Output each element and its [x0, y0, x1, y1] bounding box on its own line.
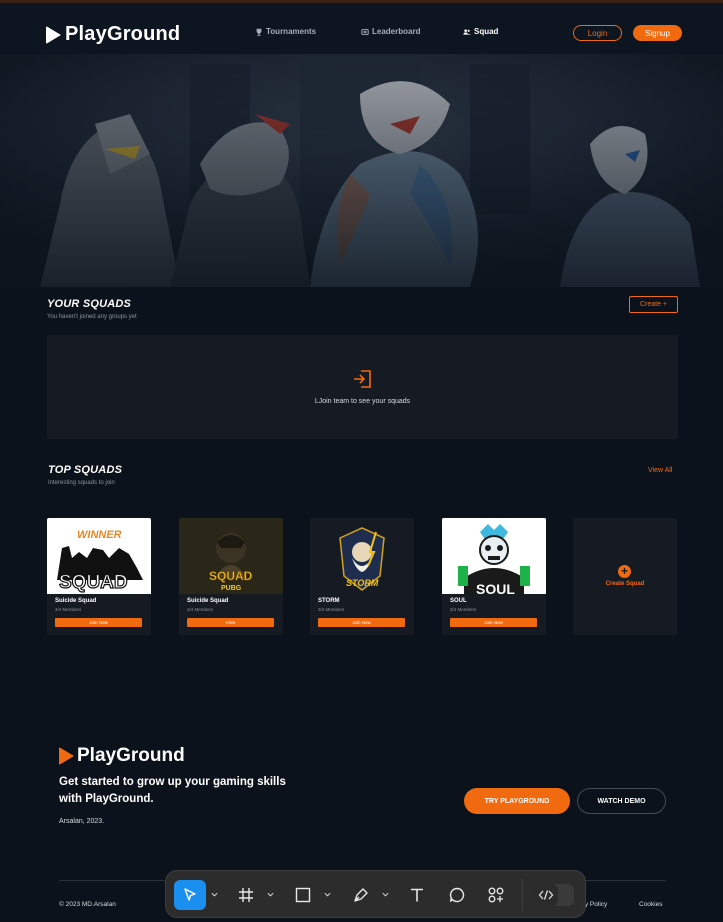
svg-text:STORM: STORM	[346, 578, 379, 588]
cursor-icon	[184, 888, 196, 901]
top-squads-subtitle: Interesting squads to join	[48, 480, 115, 486]
dev-mode-toggle[interactable]	[534, 884, 574, 906]
design-toolbar	[165, 870, 586, 918]
squad-logo-image: WINNER SQUAD	[47, 518, 151, 594]
hero-artwork	[0, 54, 723, 287]
squad-card[interactable]: SQUAD PUBG Suicide Squad 4/4 Members Vie…	[179, 518, 283, 635]
comment-tool-button[interactable]	[445, 880, 469, 910]
pen-icon	[354, 888, 368, 902]
squad-name: SOUL	[450, 598, 467, 604]
view-button[interactable]: View	[187, 618, 274, 627]
comment-icon	[449, 887, 465, 903]
trophy-icon	[256, 28, 262, 36]
rectangle-icon	[295, 887, 311, 903]
squad-members: 4/4 Members	[187, 607, 214, 612]
view-all-link[interactable]: View All	[648, 467, 672, 474]
brand-logo[interactable]: PlayGround	[46, 23, 180, 46]
footer-brand-name: PlayGround	[77, 745, 185, 766]
squad-logo-image: SQUAD PUBG	[179, 518, 283, 594]
toolbar-divider	[522, 879, 523, 911]
squad-name: Suicide Squad	[187, 598, 229, 604]
nav-leaderboard[interactable]: Leaderboard	[361, 27, 420, 36]
footer-logo[interactable]: PlayGround	[59, 745, 185, 767]
join-now-button[interactable]: Join Now	[55, 618, 142, 627]
nav-leaderboard-label: Leaderboard	[372, 27, 421, 36]
svg-text:SOUL: SOUL	[476, 581, 515, 594]
nav-tournaments[interactable]: Tournaments	[255, 27, 316, 36]
nav-tournaments-label: Tournaments	[266, 27, 317, 36]
svg-text:SQUAD: SQUAD	[59, 572, 128, 593]
footer-tagline: Get started to grow up your gaming skill…	[59, 776, 286, 805]
brand-name: PlayGround	[65, 23, 181, 45]
squad-name: STORM	[318, 598, 340, 604]
copyright-text: © 2023 MD.Arsalan	[59, 901, 116, 908]
squad-logo-image: STORM	[310, 518, 414, 594]
frame-icon	[239, 888, 253, 902]
create-squad-button[interactable]: Create +	[629, 296, 678, 313]
create-squad-label: Create Squad	[605, 581, 645, 587]
nav-squad[interactable]: Squad	[463, 27, 498, 36]
frame-tool-button[interactable]	[234, 880, 258, 910]
header: PlayGround Tournaments Leaderboard Squad…	[0, 3, 723, 54]
rectangle-tool-button[interactable]	[291, 880, 315, 910]
squad-members: 3/4 Members	[55, 607, 82, 612]
try-playground-button[interactable]: TRY PLAYGROUND	[464, 788, 570, 814]
signup-button[interactable]: Signup	[633, 25, 682, 41]
widgets-tool-button[interactable]	[484, 880, 508, 910]
login-button[interactable]: Login	[573, 25, 622, 41]
nav-squad-label: Squad	[474, 27, 499, 36]
play-logo-icon	[46, 25, 61, 44]
join-now-button[interactable]: Join Now	[450, 618, 537, 627]
create-squad-card[interactable]: + Create Squad	[573, 518, 677, 635]
squad-members: 3/4 Members	[318, 607, 345, 612]
chevron-down-icon[interactable]	[211, 891, 218, 898]
your-squads-subtitle: You haven't joined any groups yet	[47, 314, 137, 320]
users-icon	[463, 28, 471, 35]
watch-demo-button[interactable]: WATCH DEMO	[577, 788, 666, 814]
svg-text:WINNER: WINNER	[77, 529, 122, 541]
play-logo-icon	[59, 747, 74, 765]
pen-tool-button[interactable]	[349, 880, 373, 910]
code-icon	[538, 890, 554, 900]
chevron-down-icon[interactable]	[324, 891, 331, 898]
chevron-down-icon[interactable]	[267, 891, 274, 898]
plus-icon: +	[618, 565, 631, 578]
cookies-link[interactable]: Cookies	[639, 901, 662, 908]
text-icon	[411, 888, 423, 902]
login-arrow-icon	[354, 370, 371, 388]
move-tool-button[interactable]	[174, 880, 206, 910]
chevron-down-icon[interactable]	[382, 891, 389, 898]
join-now-button[interactable]: Join Now	[318, 618, 405, 627]
empty-squads-message: LJoin team to see your squads	[314, 398, 411, 405]
your-squads-title: YOUR SQUADS	[47, 298, 132, 310]
footer-author: Arsalan, 2023.	[59, 818, 105, 825]
top-squads-title: TOP SQUADS	[48, 464, 123, 476]
dev-mode-knob	[534, 884, 558, 906]
svg-text:SQUAD: SQUAD	[209, 569, 253, 583]
squad-card[interactable]: SOUL SOUL 3/4 Members Join Now	[442, 518, 546, 635]
widgets-icon	[488, 887, 504, 903]
hero-banner	[0, 54, 723, 287]
text-tool-button[interactable]	[405, 880, 429, 910]
leaderboard-icon	[361, 28, 369, 35]
squad-card[interactable]: STORM STORM 3/4 Members Join Now	[310, 518, 414, 635]
squad-name: Suicide Squad	[55, 598, 97, 604]
squad-logo-image: SOUL	[442, 518, 546, 594]
svg-text:PUBG: PUBG	[221, 585, 242, 592]
squad-card[interactable]: WINNER SQUAD Suicide Squad 3/4 Members J…	[47, 518, 151, 635]
squad-members: 3/4 Members	[450, 607, 477, 612]
